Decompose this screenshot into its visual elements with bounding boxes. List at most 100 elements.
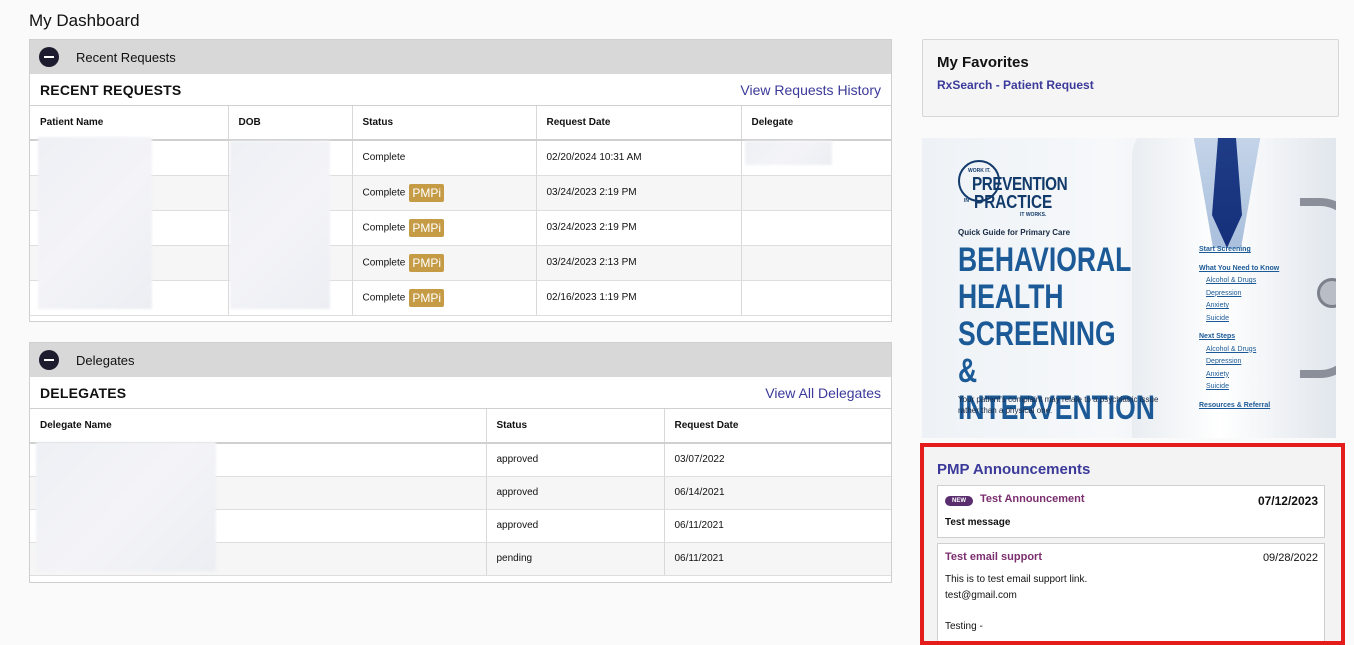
column-header-request-date[interactable]: Request Date [664,409,891,444]
view-all-delegates-link[interactable]: View All Delegates [765,385,881,401]
status-cell: Complete PMPi [352,280,537,316]
status-text: Complete [362,292,406,304]
pmpi-badge: PMPi [409,183,444,202]
banner-caption: Your patient's complaint may relate to a… [958,395,1159,415]
logo-practice: PRACTICE [974,192,1053,212]
column-header-status[interactable]: Status [352,106,537,141]
announcement-card[interactable]: Test email support 09/28/2022 This is to… [937,543,1325,641]
request-date-cell: 03/24/2023 2:13 PM [536,245,742,281]
delegate-cell [741,175,891,211]
rxsearch-patient-request-link[interactable]: RxSearch - Patient Request [937,78,1094,92]
status-cell: Complete PMPi [352,245,537,281]
column-header-request-date[interactable]: Request Date [536,106,742,141]
status-text: Complete [362,152,406,164]
delegates-header-label: Delegates [76,352,135,368]
banner-links: Start Screening What You Need to Know Al… [1199,244,1279,412]
headline-line: BEHAVIORAL [958,241,1132,279]
recent-requests-panel: Recent Requests RECENT REQUESTS View Req… [29,39,892,322]
announcement-date: 09/28/2022 [1262,552,1318,564]
delegates-subheader: DELEGATES View All Delegates [30,377,891,409]
collapse-icon[interactable] [39,350,59,370]
view-requests-history-link[interactable]: View Requests History [740,82,881,98]
redacted-delegate-names [36,442,216,571]
pmpi-badge: PMPi [409,218,444,237]
favorites-panel: My Favorites RxSearch - Patient Request [922,39,1339,117]
status-cell: approved [486,509,665,543]
announcement-email[interactable]: test@gmail.com [945,590,1017,601]
pmpi-badge: PMPi [409,253,444,272]
status-text: Complete [362,187,406,199]
know-alcohol-drugs-link[interactable]: Alcohol & Drugs [1199,275,1279,288]
recent-requests-header: Recent Requests [30,40,891,74]
table-row[interactable]: Complete PMPi 03/24/2023 2:19 PM [30,210,891,246]
announcement-message: Test message [945,517,1011,528]
page-title: My Dashboard [29,11,140,30]
next-depression-link[interactable]: Depression [1199,356,1279,369]
redacted-delegate [745,141,832,165]
status-text: Complete [362,257,406,269]
next-anxiety-link[interactable]: Anxiety [1199,369,1279,382]
what-you-need-to-know-link[interactable]: What You Need to Know [1199,263,1279,276]
start-screening-link[interactable]: Start Screening [1199,244,1279,257]
status-cell: Complete [352,140,537,176]
next-suicide-link[interactable]: Suicide [1199,381,1279,394]
announcement-name[interactable]: Test email support [945,551,1042,563]
table-row[interactable]: Complete PMPi 02/16/2023 1:19 PM [30,280,891,316]
behavioral-health-banner[interactable]: WORK IT. PREVENTION IN PRACTICE IT WORKS… [922,138,1336,438]
request-date-cell: 02/20/2024 10:31 AM [536,140,742,176]
recent-requests-title: RECENT REQUESTS [40,81,182,98]
collapse-icon[interactable] [39,47,59,67]
table-row[interactable]: Complete PMPi 03/24/2023 2:13 PM [30,245,891,281]
favorites-title: My Favorites [937,54,1029,71]
new-badge: NEW [945,496,973,506]
column-header-status[interactable]: Status [486,409,665,444]
status-cell: approved [486,476,665,510]
headline-line: HEALTH [958,278,1064,316]
logo-in: IN [964,198,969,204]
know-depression-link[interactable]: Depression [1199,288,1279,301]
recent-requests-table: Patient Name DOB Status Request Date Del… [30,106,891,316]
resources-referral-link[interactable]: Resources & Referral [1199,400,1279,413]
delegates-title: DELEGATES [40,384,127,401]
redacted-patient-names [38,137,152,309]
delegates-header: Delegates [30,343,891,377]
column-header-delegate[interactable]: Delegate [741,106,891,141]
request-date-cell: 03/07/2022 [664,443,891,477]
request-date-cell: 03/24/2023 2:19 PM [536,175,742,211]
table-header-row: Patient Name DOB Status Request Date Del… [30,106,891,141]
announcement-date: 07/12/2023 [1257,494,1318,508]
announcement-card[interactable]: NEW Test Announcement 07/12/2023 Test me… [937,485,1325,538]
recent-requests-subheader: RECENT REQUESTS View Requests History [30,74,891,106]
headline-line: SCREENING [958,315,1116,353]
delegate-cell [741,210,891,246]
request-date-cell: 06/11/2021 [664,509,891,543]
delegate-cell [741,245,891,281]
recent-requests-header-label: Recent Requests [76,49,176,65]
table-row[interactable]: Complete PMPi 03/24/2023 2:19 PM [30,175,891,211]
know-anxiety-link[interactable]: Anxiety [1199,300,1279,313]
status-cell: Complete PMPi [352,175,537,211]
know-suicide-link[interactable]: Suicide [1199,313,1279,326]
next-alcohol-drugs-link[interactable]: Alcohol & Drugs [1199,344,1279,357]
table-header-row: Delegate Name Status Request Date [30,409,891,444]
announcements-title: PMP Announcements [937,461,1091,478]
status-cell: Complete PMPi [352,210,537,246]
redacted-dob-values [230,141,330,309]
delegates-panel: Delegates DELEGATES View All Delegates D… [29,342,892,583]
status-cell: approved [486,443,665,477]
request-date-cell: 06/11/2021 [664,542,891,576]
column-header-delegate-name[interactable]: Delegate Name [30,409,487,444]
request-date-cell: 03/24/2023 2:19 PM [536,210,742,246]
request-date-cell: 02/16/2023 1:19 PM [536,280,742,316]
next-steps-link[interactable]: Next Steps [1199,331,1279,344]
announcement-message-line: Testing - [945,621,983,632]
delegate-cell [741,280,891,316]
announcement-name[interactable]: Test Announcement [980,493,1085,505]
request-date-cell: 06/14/2021 [664,476,891,510]
pmpi-badge: PMPi [409,288,444,307]
column-header-patient-name[interactable]: Patient Name [30,106,229,141]
column-header-dob[interactable]: DOB [228,106,353,141]
announcement-message-line: This is to test email support link. [945,574,1088,585]
banner-guide-text: Quick Guide for Primary Care [958,228,1071,237]
pmp-announcements-panel: PMP Announcements NEW Test Announcement … [920,443,1345,645]
